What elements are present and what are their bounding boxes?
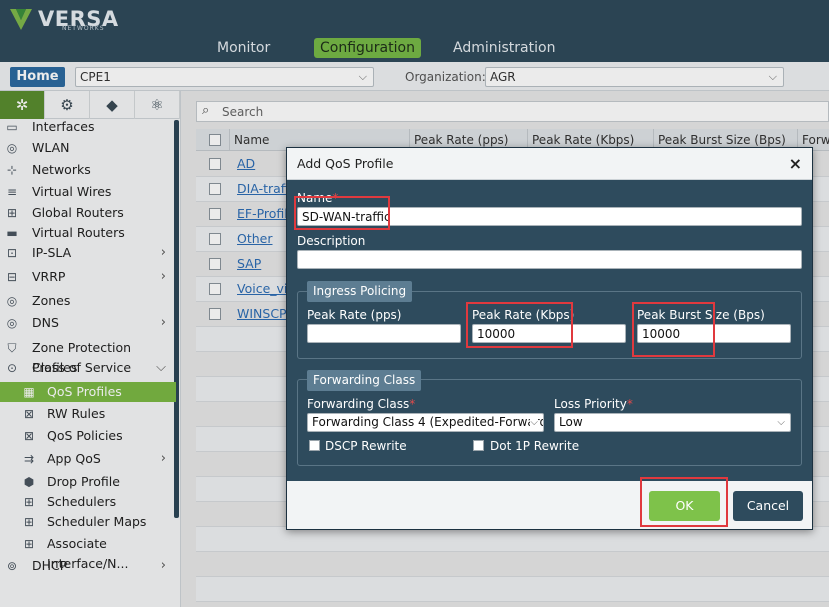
close-icon[interactable]: × [789,154,802,173]
add-qos-profile-dialog: Add QoS Profile × Name* Description Ingr… [286,147,813,530]
forwarding-class-value: Forwarding Class 4 (Expedited-Forwarding… [312,415,543,429]
chevron-down-icon: ⌵ [777,417,785,428]
chevron-down-icon: ⌵ [530,414,538,431]
description-field[interactable] [297,250,802,269]
forwarding-class-label-text: Forwarding Class [307,397,410,411]
dialog-footer: OK Cancel [287,477,812,529]
forwarding-class-title: Forwarding Class [307,370,422,391]
peak-rate-pps-label: Peak Rate (pps) [307,308,402,322]
dscp-rewrite-label: DSCP Rewrite [325,439,407,453]
loss-priority-value: Low [559,415,583,429]
dscp-rewrite-checkbox[interactable] [309,440,320,451]
peak-rate-kbps-highlight [466,302,573,348]
loss-priority-label-text: Loss Priority [554,397,627,411]
name-highlight [294,196,390,230]
peak-burst-size-highlight [632,302,715,357]
dialog-header: Add QoS Profile × [287,148,812,180]
forwarding-class-select[interactable]: Forwarding Class 4 (Expedited-Forwarding… [307,413,544,432]
required-marker: * [409,397,416,411]
cancel-button[interactable]: Cancel [733,491,803,521]
ok-highlight [640,477,728,527]
loss-priority-select[interactable]: Low ⌵ [554,413,791,432]
loss-priority-label: Loss Priority* [554,397,633,411]
required-marker: * [626,397,633,411]
ingress-policing-title: Ingress Policing [307,281,413,302]
dialog-title: Add QoS Profile [297,156,394,171]
peak-rate-pps-field[interactable] [307,324,461,343]
dot1p-rewrite-label: Dot 1P Rewrite [490,439,580,453]
forwarding-class-label: Forwarding Class* [307,397,415,411]
dot1p-rewrite-checkbox[interactable] [473,440,484,451]
description-label: Description [297,234,366,248]
